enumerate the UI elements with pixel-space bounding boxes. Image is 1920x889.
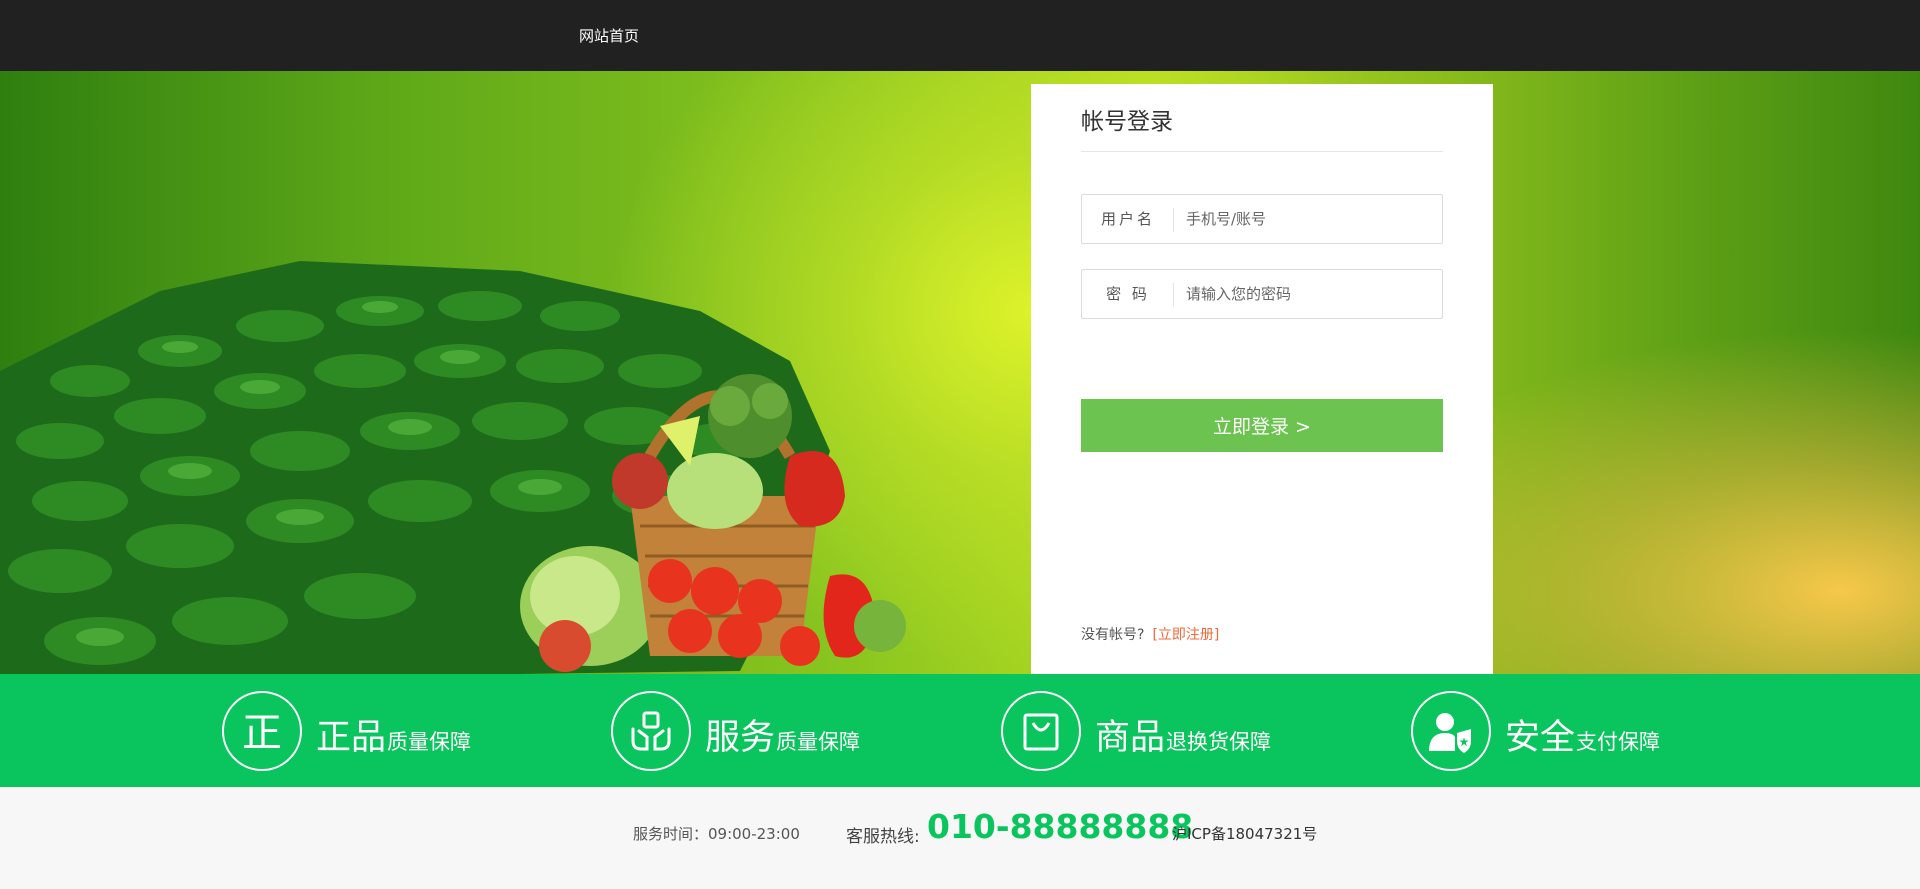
- feature-service-title: 服务: [705, 718, 776, 758]
- password-separator: [1173, 283, 1174, 307]
- feature-goods-title: 商品: [1095, 718, 1166, 758]
- icp-record-text: 沪ICP备18047321号: [1172, 825, 1318, 843]
- shopping-bag-icon: [1001, 691, 1081, 771]
- login-title: 帐号登录: [1081, 109, 1173, 135]
- feature-genuine-subtitle: 质量保障: [387, 730, 471, 754]
- feature-security-subtitle: 支付保障: [1576, 730, 1660, 754]
- login-panel: 帐号登录 用户名 密 码 立即登录 > 没有帐号? [立即注册]: [1031, 84, 1493, 674]
- password-input[interactable]: [1186, 280, 1426, 308]
- register-prompt: 没有帐号? [立即注册]: [1081, 624, 1219, 644]
- username-separator: [1173, 208, 1174, 232]
- password-field: 密 码: [1081, 269, 1443, 319]
- feature-security-title: 安全: [1505, 718, 1576, 758]
- hotline-number: 010-88888888: [927, 807, 1194, 846]
- guarantee-features-bar: 正 正品 质量保障 服务 质量保障 商品 退换货保障 ★ 安全 支付保障: [0, 674, 1920, 787]
- register-link[interactable]: [立即注册]: [1152, 627, 1219, 643]
- top-nav-bar: 网站首页: [0, 0, 1920, 71]
- genuine-icon: 正: [222, 691, 302, 771]
- hotline-label: 客服热线:: [846, 827, 920, 847]
- footer: 服务时间：09:00-23:00 客服热线: 010-88888888 沪ICP…: [0, 787, 1920, 889]
- feature-goods-subtitle: 退换货保障: [1166, 730, 1271, 754]
- service-time-text: 服务时间：09:00-23:00: [633, 825, 800, 843]
- vegetable-basket-image: [520, 374, 906, 672]
- feature-genuine-title: 正品: [316, 718, 387, 758]
- nav-home-link[interactable]: 网站首页: [579, 25, 639, 46]
- username-label: 用户名: [1100, 210, 1155, 228]
- service-hands-icon: [611, 691, 691, 771]
- feature-service-subtitle: 质量保障: [776, 730, 860, 754]
- login-title-divider: [1081, 151, 1443, 152]
- username-field: 用户名: [1081, 194, 1443, 244]
- hero-banner: [0, 71, 1920, 674]
- login-submit-button[interactable]: 立即登录 >: [1081, 399, 1443, 452]
- no-account-text: 没有帐号?: [1081, 627, 1145, 643]
- password-label: 密 码: [1106, 285, 1150, 303]
- svg-text:★: ★: [1459, 735, 1470, 749]
- secure-user-icon: ★: [1411, 691, 1491, 771]
- username-input[interactable]: [1186, 205, 1426, 233]
- svg-text:正: 正: [242, 710, 282, 755]
